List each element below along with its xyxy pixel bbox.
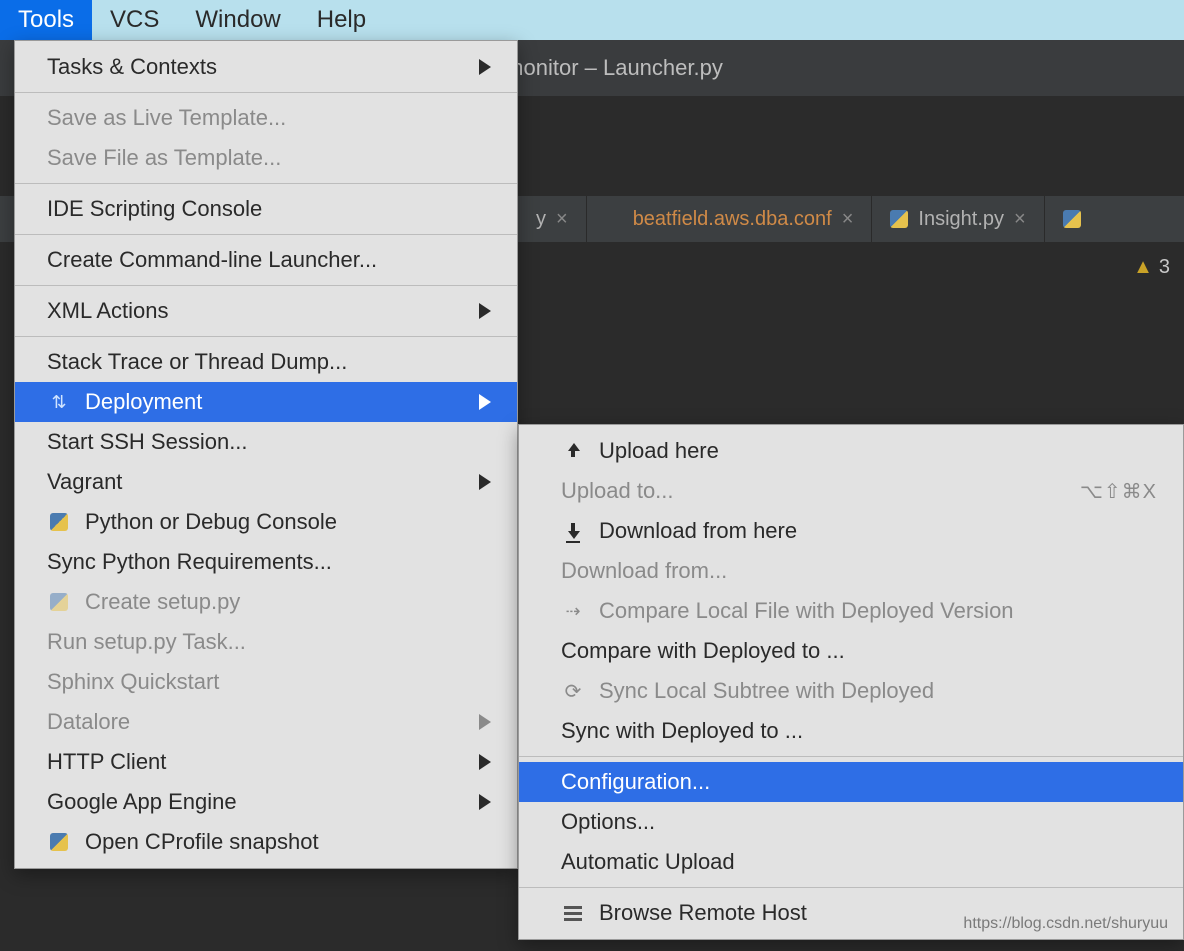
sync-icon: ⟳ [561,679,585,704]
submenu-arrow-icon [479,303,491,319]
list-icon [561,906,585,921]
submenu-arrow-icon [479,59,491,75]
deployment-submenu: Upload here Upload to... ⌥⇧⌘X Download f… [518,424,1184,940]
submenu-arrow-icon [479,474,491,490]
python-icon [890,210,908,228]
mi-cprofile[interactable]: Open CProfile snapshot [15,822,517,862]
submenu-arrow-icon [479,754,491,770]
mi-sphinx: Sphinx Quickstart [15,662,517,702]
menu-vcs[interactable]: VCS [92,0,177,40]
upload-icon [561,443,585,459]
mi-run-setup: Run setup.py Task... [15,622,517,662]
mi-python-console[interactable]: Python or Debug Console [15,502,517,542]
mi-create-setup: Create setup.py [15,582,517,622]
menu-separator [15,336,517,337]
smi-sync-with[interactable]: Sync with Deployed to ... [519,711,1183,751]
tab-hidden[interactable]: y × [518,196,587,242]
smi-download-here[interactable]: Download from here [519,511,1183,551]
mi-sync-requirements[interactable]: Sync Python Requirements... [15,542,517,582]
mi-stack-trace[interactable]: Stack Trace or Thread Dump... [15,342,517,382]
mi-save-file-template: Save File as Template... [15,138,517,178]
menu-separator [519,756,1183,757]
mi-ide-scripting[interactable]: IDE Scripting Console [15,189,517,229]
warning-count: 3 [1159,256,1170,279]
python-icon [47,833,71,851]
tools-dropdown: Tasks & Contexts Save as Live Template..… [14,40,518,869]
menu-separator [519,887,1183,888]
smi-upload-to: Upload to... ⌥⇧⌘X [519,471,1183,511]
smi-download-from: Download from... [519,551,1183,591]
smi-upload-here[interactable]: Upload here [519,431,1183,471]
file-icon [605,210,623,228]
menu-separator [15,183,517,184]
mi-tasks-contexts[interactable]: Tasks & Contexts [15,47,517,87]
menu-window[interactable]: Window [177,0,298,40]
smi-options[interactable]: Options... [519,802,1183,842]
menu-help[interactable]: Help [299,0,384,40]
mi-deployment[interactable]: ⇅Deployment [15,382,517,422]
tab-partial[interactable] [1045,196,1099,242]
tab-beatfield[interactable]: beatfield.aws.dba.conf × [587,196,873,242]
inspection-status[interactable]: ▲ 3 [1133,256,1170,279]
python-icon [47,593,71,611]
close-icon[interactable]: × [1014,208,1026,231]
menu-tools[interactable]: Tools [0,0,92,40]
menu-separator [15,234,517,235]
smi-compare-local: ⇢Compare Local File with Deployed Versio… [519,591,1183,631]
warning-icon: ▲ [1133,256,1153,279]
watermark: https://blog.csdn.net/shuryuu [963,915,1168,933]
mi-xml-actions[interactable]: XML Actions [15,291,517,331]
submenu-arrow-icon [479,794,491,810]
smi-compare-with[interactable]: Compare with Deployed to ... [519,631,1183,671]
mi-datalore: Datalore [15,702,517,742]
tab-label: Insight.py [918,208,1004,231]
tab-insight[interactable]: Insight.py × [872,196,1044,242]
mi-vagrant[interactable]: Vagrant [15,462,517,502]
close-icon[interactable]: × [842,208,854,231]
smi-sync-local: ⟳Sync Local Subtree with Deployed [519,671,1183,711]
menu-separator [15,285,517,286]
smi-automatic-upload[interactable]: Automatic Upload [519,842,1183,882]
submenu-arrow-icon [479,714,491,730]
submenu-arrow-icon [479,394,491,410]
menubar: Tools VCS Window Help [0,0,1184,40]
python-icon [47,513,71,531]
compare-icon: ⇢ [561,601,585,622]
download-icon [561,523,585,539]
mi-google-app-engine[interactable]: Google App Engine [15,782,517,822]
python-icon [1063,210,1081,228]
close-icon[interactable]: × [556,208,568,231]
mi-http-client[interactable]: HTTP Client [15,742,517,782]
deployment-icon: ⇅ [47,392,71,413]
mi-cmdline-launcher[interactable]: Create Command-line Launcher... [15,240,517,280]
mi-ssh-session[interactable]: Start SSH Session... [15,422,517,462]
shortcut-label: ⌥⇧⌘X [1080,479,1157,504]
menu-separator [15,92,517,93]
smi-configuration[interactable]: Configuration... [519,762,1183,802]
tab-label: beatfield.aws.dba.conf [633,208,832,231]
mi-save-live-template: Save as Live Template... [15,98,517,138]
